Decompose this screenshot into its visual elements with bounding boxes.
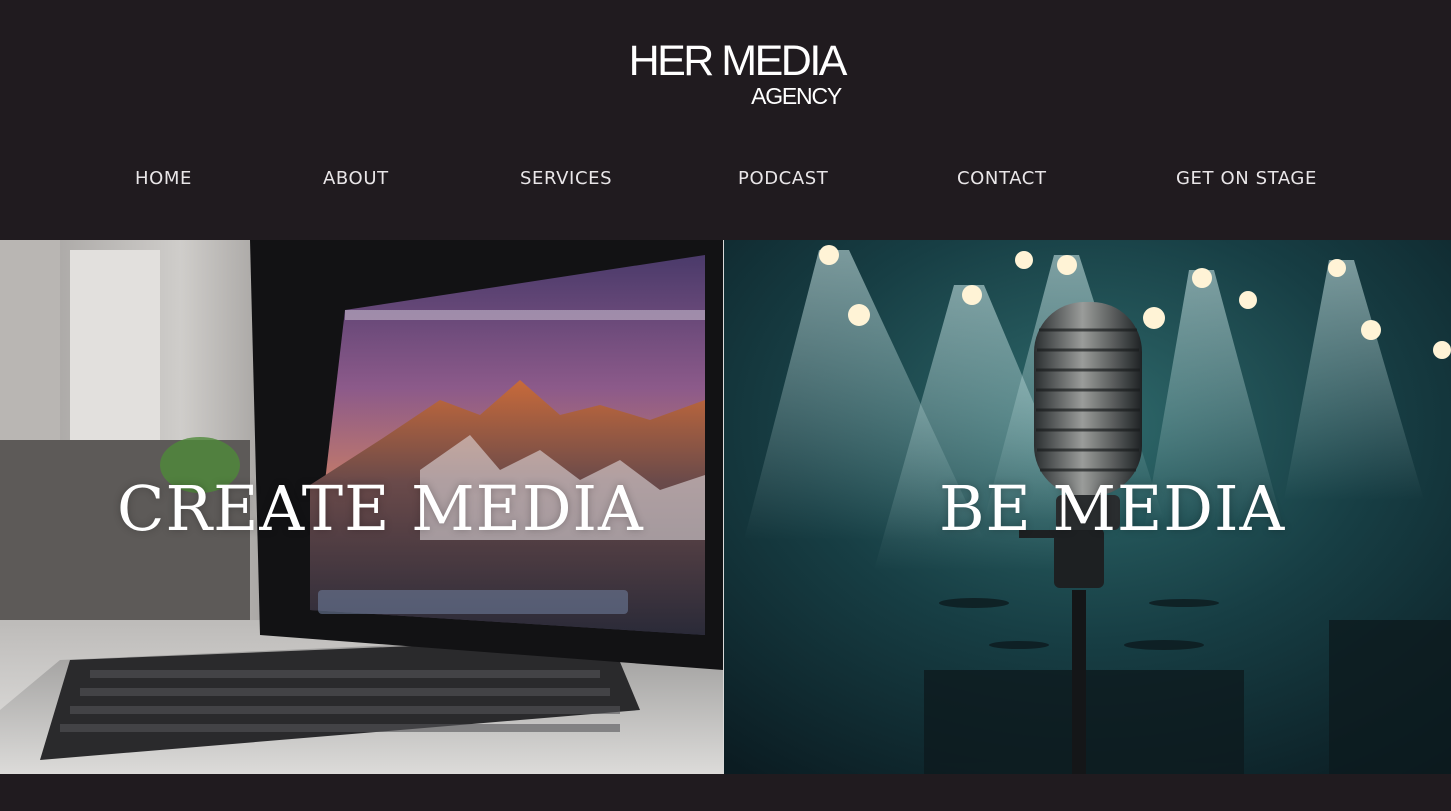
brand-subtitle: AGENCY bbox=[751, 83, 842, 109]
brand-logo[interactable]: HER MEDIA AGENCY bbox=[600, 37, 848, 113]
create-media-title: CREATE MEDIA bbox=[117, 472, 644, 545]
nav-item-contact[interactable]: CONTACT bbox=[957, 168, 1047, 189]
footer-bar bbox=[0, 774, 1451, 811]
brand-name: HER MEDIA bbox=[628, 37, 848, 85]
nav-item-home[interactable]: HOME bbox=[135, 168, 192, 189]
nav-item-podcast[interactable]: PODCAST bbox=[738, 168, 828, 189]
be-media-title: BE MEDIA bbox=[939, 472, 1286, 545]
create-media-panel[interactable]: CREATE MEDIA bbox=[0, 240, 723, 774]
nav-item-about[interactable]: ABOUT bbox=[323, 168, 389, 189]
be-media-panel[interactable]: BE MEDIA bbox=[724, 240, 1451, 774]
main-nav: HOME ABOUT SERVICES PODCAST CONTACT GET … bbox=[0, 168, 1451, 194]
nav-item-services[interactable]: SERVICES bbox=[520, 168, 612, 189]
nav-item-get-on-stage[interactable]: GET ON STAGE bbox=[1176, 168, 1317, 189]
site-header: HER MEDIA AGENCY HOME ABOUT SERVICES POD… bbox=[0, 0, 1451, 240]
